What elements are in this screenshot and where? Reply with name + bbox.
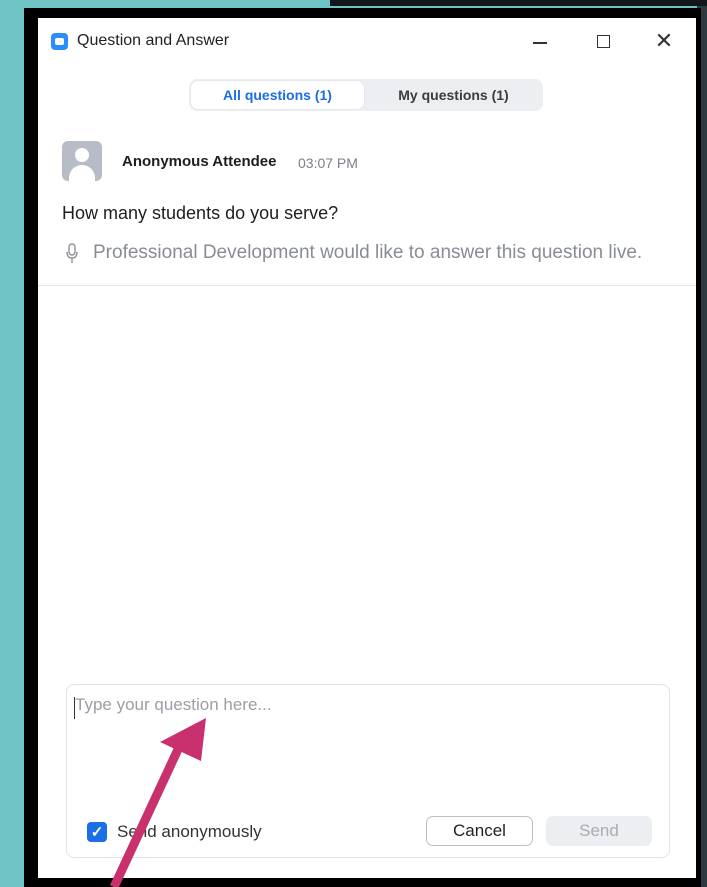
question-input[interactable] bbox=[73, 693, 662, 777]
window-title: Question and Answer bbox=[77, 32, 230, 49]
question-timestamp: 03:07 PM bbox=[298, 155, 358, 171]
close-icon: ✕ bbox=[654, 28, 674, 53]
maximize-button[interactable] bbox=[581, 24, 625, 58]
anonymous-checkbox[interactable]: ✓ bbox=[87, 822, 107, 842]
checkmark-icon: ✓ bbox=[90, 824, 104, 841]
cancel-button[interactable]: Cancel bbox=[426, 816, 533, 846]
title-bar[interactable]: Question and Answer ✕ bbox=[38, 18, 696, 64]
maximize-icon bbox=[596, 34, 610, 48]
question-text: How many students do you serve? bbox=[62, 203, 339, 223]
send-button[interactable]: Send bbox=[546, 816, 652, 846]
question-tabs: All questions (1) My questions (1) bbox=[189, 79, 543, 111]
zoom-app-icon bbox=[51, 33, 68, 50]
microphone-icon bbox=[66, 243, 78, 263]
divider bbox=[38, 285, 696, 286]
question-composer: ✓ Send anonymously Cancel Send bbox=[66, 684, 670, 858]
tab-all-questions[interactable]: All questions (1) bbox=[191, 81, 364, 109]
answer-status: Professional Development would like to a… bbox=[93, 242, 643, 263]
desktop-background-strip bbox=[330, 0, 707, 6]
question-author: Anonymous Attendee bbox=[122, 153, 277, 170]
close-button[interactable]: ✕ bbox=[642, 24, 686, 58]
minimize-icon bbox=[533, 42, 547, 44]
qa-window: Question and Answer ✕ All questions (1) … bbox=[38, 18, 696, 878]
anonymous-label[interactable]: Send anonymously bbox=[117, 822, 262, 842]
tab-my-questions[interactable]: My questions (1) bbox=[366, 81, 541, 109]
minimize-button[interactable] bbox=[518, 24, 562, 58]
text-caret bbox=[74, 697, 75, 719]
user-avatar-icon bbox=[62, 141, 102, 181]
